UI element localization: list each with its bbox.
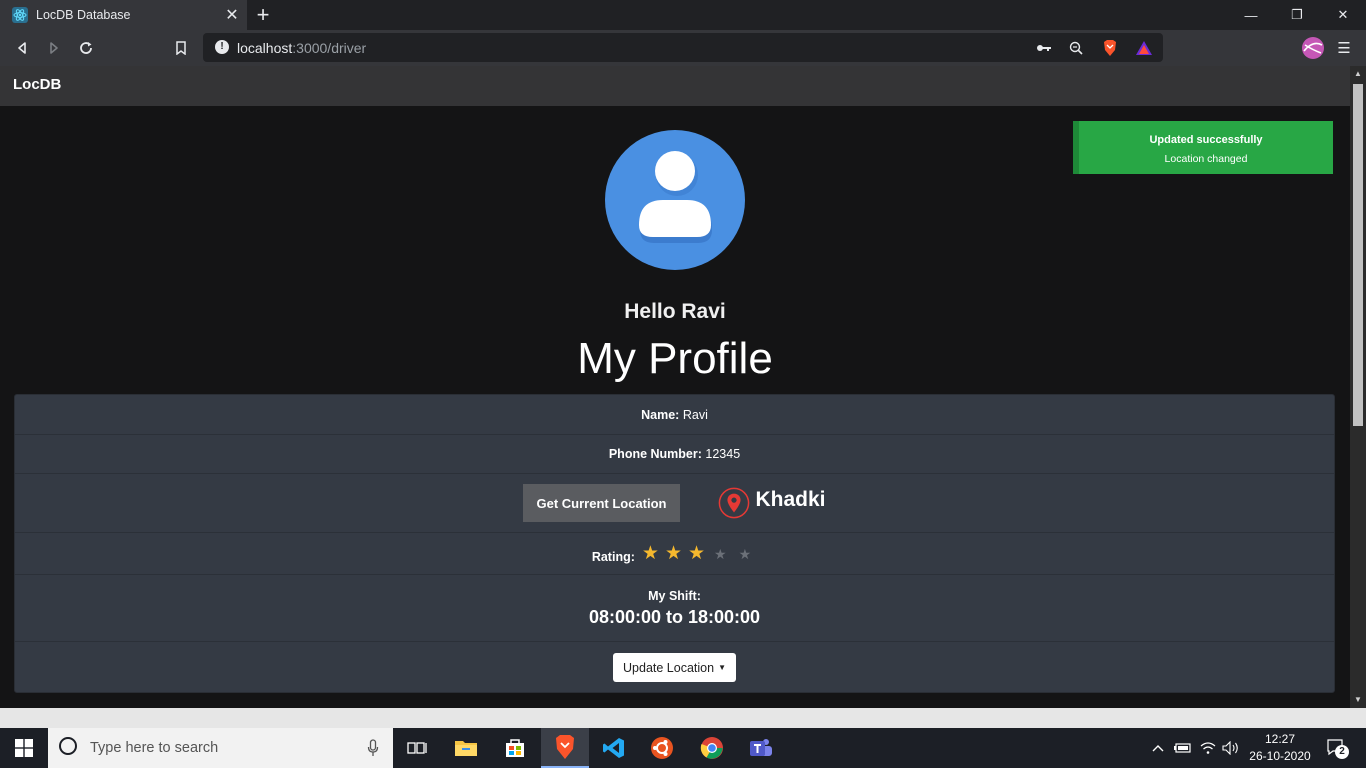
update-row: Update Location ▼ <box>15 642 1334 693</box>
shift-label: My Shift: <box>648 588 701 603</box>
url-text: localhost:3000/driver <box>237 39 367 56</box>
key-icon[interactable] <box>1034 38 1054 58</box>
teams-icon[interactable] <box>737 728 785 768</box>
star-filled-icon: ★ <box>641 543 659 564</box>
name-row: Name: Ravi <box>15 395 1334 435</box>
volume-icon[interactable] <box>1220 728 1242 768</box>
location-row: Get Current Location Khadki <box>15 474 1334 533</box>
windows-start-icon[interactable] <box>0 728 48 768</box>
update-location-label: Update Location <box>623 660 715 675</box>
caret-down-icon: ▼ <box>718 663 726 672</box>
browser-toolbar: ! localhost:3000/driver ☰ <box>0 30 1366 66</box>
window-close-button[interactable]: ✕ <box>1320 0 1366 30</box>
zoom-icon[interactable] <box>1066 38 1086 58</box>
clock-time: 12:27 <box>1264 732 1296 746</box>
horizontal-scrollbar[interactable] <box>0 708 1366 728</box>
notification-center-icon[interactable]: 2 <box>1322 728 1352 768</box>
profile-card: Name: Ravi Phone Number: 12345 Get Curre… <box>14 394 1335 693</box>
page-title: My Profile <box>577 334 773 383</box>
scroll-thumb[interactable] <box>1353 84 1363 426</box>
task-view-icon[interactable] <box>393 728 441 768</box>
toast-title: Updated successfully <box>1149 134 1263 146</box>
shift-row: My Shift: 08:00:00 to 18:00:00 <box>15 575 1334 642</box>
star-empty-icon: ★ <box>738 545 752 562</box>
notification-count: 2 <box>1335 745 1349 759</box>
back-icon[interactable] <box>10 36 34 60</box>
tray-chevron-icon[interactable] <box>1150 728 1166 768</box>
restore-button[interactable]: ❐ <box>1274 0 1320 30</box>
browser-tab[interactable]: LocDB Database ✕ <box>0 0 247 30</box>
scroll-down-icon[interactable]: ▼ <box>1350 692 1366 708</box>
scroll-up-icon[interactable]: ▲ <box>1350 66 1366 82</box>
phone-label: Phone Number: <box>608 447 702 461</box>
tab-title: LocDB Database <box>36 8 131 22</box>
tab-close-icon[interactable]: ✕ <box>221 5 243 25</box>
map-pin-icon <box>718 487 750 519</box>
profile-avatar-icon[interactable] <box>1300 35 1326 61</box>
name-label: Name: <box>641 407 680 422</box>
ubuntu-icon[interactable] <box>638 728 686 768</box>
user-avatar-icon <box>605 130 745 270</box>
bookmark-icon[interactable] <box>169 36 193 60</box>
toast-message: Location changed <box>1164 153 1248 165</box>
rating-label: Rating: <box>591 549 635 564</box>
microphone-icon[interactable] <box>367 739 379 762</box>
phone-row: Phone Number: 12345 <box>15 435 1334 474</box>
greeting-text: Hello Ravi <box>624 300 726 323</box>
taskbar-search[interactable]: Type here to search <box>48 728 393 768</box>
microsoft-store-icon[interactable] <box>491 728 539 768</box>
system-clock[interactable]: 12:27 26-10-2020 <box>1240 731 1320 765</box>
phone-value: 12345 <box>705 447 741 461</box>
success-toast[interactable]: Updated successfully Location changed <box>1073 121 1333 174</box>
chrome-icon[interactable] <box>688 728 736 768</box>
minimize-button[interactable]: — <box>1228 0 1274 30</box>
brand-link[interactable]: LocDB <box>13 76 61 93</box>
search-icon <box>58 736 78 761</box>
star-filled-icon: ★ <box>664 543 682 564</box>
battery-icon[interactable] <box>1172 728 1192 768</box>
forward-icon[interactable] <box>42 36 66 60</box>
react-favicon-icon <box>12 7 28 23</box>
wifi-icon[interactable] <box>1198 728 1218 768</box>
page-content: LocDB Hello Ravi My Profile Name: Ravi P… <box>0 66 1350 708</box>
browser-tab-strip: LocDB Database ✕ + — ❐ ✕ <box>0 0 1366 30</box>
shift-time: 08:00:00 to 18:00:00 <box>588 606 761 627</box>
windows-taskbar: Type here to search 12:27 26-10-2020 2 <box>0 728 1366 768</box>
search-placeholder: Type here to search <box>90 740 219 756</box>
site-info-icon[interactable]: ! <box>215 40 229 54</box>
star-empty-icon: ★ <box>714 545 727 562</box>
file-explorer-icon[interactable] <box>442 728 490 768</box>
rating-stars: ★ ★ ★ ★ ★ <box>639 544 757 563</box>
reload-icon[interactable] <box>74 36 98 60</box>
app-navbar: LocDB <box>0 66 1350 106</box>
browser-menu-icon[interactable]: ☰ <box>1332 36 1356 60</box>
get-current-location-button[interactable]: Get Current Location <box>523 484 680 522</box>
vertical-scrollbar[interactable]: ▲ ▼ <box>1350 66 1366 708</box>
new-tab-button[interactable]: + <box>252 3 274 27</box>
rating-row: Rating: ★ ★ ★ ★ ★ <box>15 533 1334 575</box>
address-bar[interactable]: ! localhost:3000/driver <box>203 33 1163 62</box>
vscode-icon[interactable] <box>590 728 638 768</box>
brave-rewards-icon[interactable] <box>1134 38 1154 58</box>
brave-shield-icon[interactable] <box>1100 38 1120 58</box>
name-value: Ravi <box>682 407 708 422</box>
brave-browser-taskbar-icon[interactable] <box>541 728 589 768</box>
update-location-dropdown[interactable]: Update Location ▼ <box>613 653 736 682</box>
star-filled-icon: ★ <box>687 543 706 564</box>
clock-date: 26-10-2020 <box>1249 749 1311 763</box>
current-location-text: Khadki <box>755 488 826 511</box>
